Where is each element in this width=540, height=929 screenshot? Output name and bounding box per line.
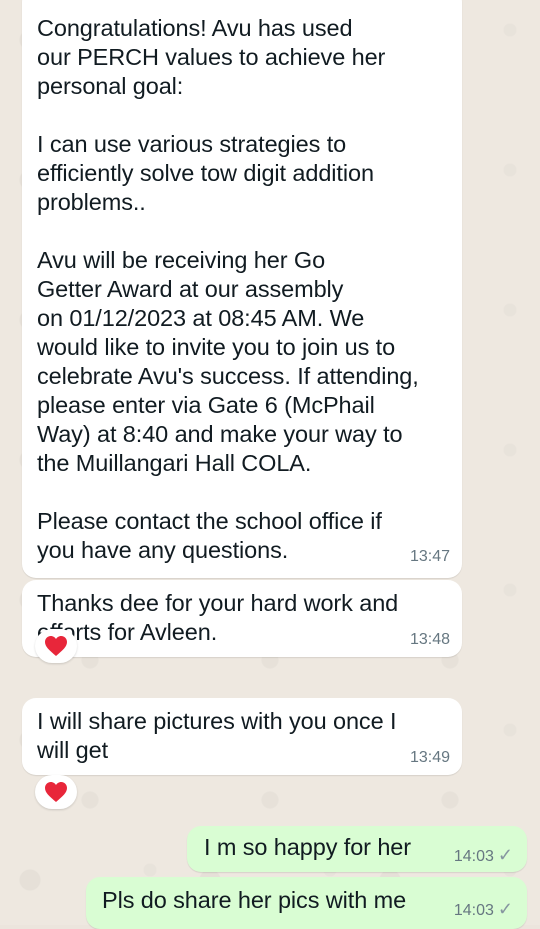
incoming-message-bubble[interactable]: I will share pictures with you once I wi… bbox=[22, 698, 462, 775]
red-heart-icon bbox=[44, 781, 68, 803]
outgoing-message-bubble[interactable]: I m so happy for her 14:03 ✓ bbox=[187, 826, 527, 872]
single-check-icon: ✓ bbox=[497, 845, 513, 865]
outgoing-message-bubble[interactable]: Pls do share her pics with me 14:03 ✓ bbox=[86, 877, 527, 929]
message-status: 14:03 ✓ bbox=[454, 900, 513, 920]
message-timestamp: 14:03 bbox=[453, 848, 494, 865]
message-timestamp: 13:48 bbox=[409, 631, 450, 648]
message-status: 14:03 ✓ bbox=[454, 846, 513, 866]
single-check-icon: ✓ bbox=[497, 899, 513, 919]
message-text: Thanks dee for your hard work and effort… bbox=[37, 590, 399, 645]
message-timestamp: 14:03 bbox=[453, 902, 494, 919]
message-timestamp: 13:47 bbox=[409, 548, 450, 565]
message-text: Congratulations! Avu has used our PERCH … bbox=[37, 15, 419, 563]
red-heart-icon bbox=[44, 635, 68, 657]
message-text: I will share pictures with you once I wi… bbox=[37, 708, 397, 763]
message-reaction[interactable] bbox=[35, 629, 77, 663]
incoming-message-bubble[interactable]: Thanks dee for your hard work and effort… bbox=[22, 580, 462, 657]
message-reaction[interactable] bbox=[35, 775, 77, 809]
incoming-message-bubble[interactable]: Congratulations! Avu has used our PERCH … bbox=[22, 0, 462, 578]
message-timestamp: 13:49 bbox=[409, 749, 450, 766]
